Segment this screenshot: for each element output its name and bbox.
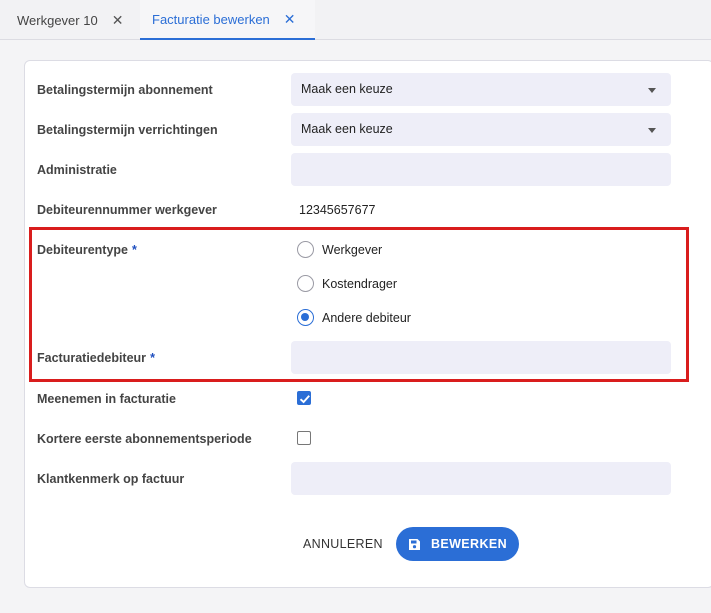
betalingstermijn-abonnement-select[interactable]: Maak een keuze bbox=[291, 73, 671, 106]
administratie-field[interactable] bbox=[291, 153, 671, 186]
tab-label: Werkgever 10 bbox=[17, 12, 98, 28]
select-value: Maak een keuze bbox=[301, 122, 393, 136]
cancel-button[interactable]: ANNULEREN bbox=[303, 537, 383, 551]
chevron-down-icon bbox=[648, 128, 656, 133]
betalingstermijn-verrichtingen-select[interactable]: Maak een keuze bbox=[291, 113, 671, 146]
klantkenmerk-label: Klantkenmerk op factuur bbox=[37, 472, 185, 486]
klantkenmerk-field[interactable] bbox=[291, 462, 671, 495]
meenemen-checkbox[interactable] bbox=[297, 391, 311, 405]
save-button-label: BEWERKEN bbox=[430, 537, 508, 551]
save-icon bbox=[408, 538, 421, 551]
close-icon[interactable]: ✕ bbox=[112, 12, 124, 29]
tab-bar: Werkgever 10 ✕ Facturatie bewerken ✕ bbox=[0, 0, 711, 40]
betalingstermijn-verrichtingen-label: Betalingstermijn verrichtingen bbox=[37, 123, 218, 137]
chevron-down-icon bbox=[648, 88, 656, 93]
tab-facturatie-bewerken[interactable]: Facturatie bewerken ✕ bbox=[140, 0, 315, 40]
tab-werkgever[interactable]: Werkgever 10 ✕ bbox=[17, 0, 123, 40]
administratie-label: Administratie bbox=[37, 163, 117, 177]
debiteurennummer-label: Debiteurennummer werkgever bbox=[37, 203, 217, 217]
debiteurennummer-value: 12345657677 bbox=[299, 203, 376, 217]
highlight-box bbox=[29, 227, 689, 382]
kortere-checkbox[interactable] bbox=[297, 431, 311, 445]
check-icon bbox=[299, 395, 310, 404]
betalingstermijn-abonnement-label: Betalingstermijn abonnement bbox=[37, 83, 213, 97]
tab-label: Facturatie bewerken bbox=[152, 11, 270, 27]
meenemen-label: Meenemen in facturatie bbox=[37, 392, 176, 406]
select-value: Maak een keuze bbox=[301, 82, 393, 96]
save-button[interactable]: BEWERKEN bbox=[396, 527, 519, 561]
close-icon[interactable]: ✕ bbox=[284, 11, 296, 28]
kortere-label: Kortere eerste abonnementsperiode bbox=[37, 432, 252, 446]
